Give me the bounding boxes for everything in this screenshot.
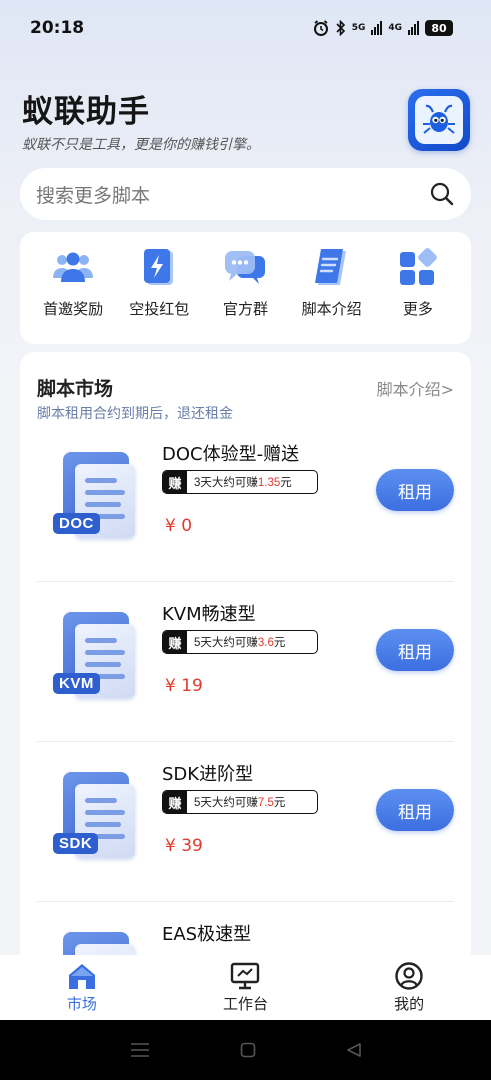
earn-tag: 赚 — [163, 471, 187, 493]
market-title: 脚本市场 — [37, 378, 114, 400]
nav-workbench[interactable]: 工作台 — [185, 961, 305, 1014]
alarm-icon — [313, 20, 328, 36]
nav-label-workbench: 工作台 — [222, 995, 268, 1013]
quick-menu: 首邀奖励 空投红包 官方群 脚本介绍 更多 — [20, 232, 471, 344]
back-icon[interactable] — [346, 1042, 362, 1058]
nav-profile[interactable]: 我的 — [349, 961, 469, 1014]
earn-amount: 7.5 — [257, 797, 274, 809]
grid-more-icon — [396, 246, 440, 290]
quick-item-invite[interactable]: 首邀奖励 — [31, 246, 115, 344]
document-icon — [310, 246, 354, 290]
network-label-1: 5G — [351, 23, 366, 33]
script-price: ¥ 19 — [165, 676, 203, 696]
quick-item-airdrop[interactable]: 空投红包 — [117, 246, 201, 344]
nav-market[interactable]: 市场 — [22, 961, 142, 1014]
invite-users-icon — [51, 246, 95, 290]
search-icon[interactable] — [429, 181, 455, 207]
earn-tag: 赚 — [163, 791, 187, 813]
home-icon — [67, 961, 97, 991]
earn-text: 3天大约可赚1.35元 — [194, 477, 292, 489]
search-bar[interactable]: 搜索更多脚本 — [20, 168, 471, 220]
quick-label-more: 更多 — [402, 300, 433, 318]
earn-text: 5天大约可赚7.5元 — [194, 797, 286, 809]
script-tag: DOC — [53, 513, 100, 534]
bluetooth-icon — [336, 20, 345, 36]
earn-badge: 赚 3天大约可赚1.35元 — [162, 470, 318, 494]
script-name: EAS极速型 — [162, 924, 252, 945]
script-name: SDK进阶型 — [162, 764, 254, 785]
script-doc-icon: SDK — [37, 762, 147, 877]
script-tag: SDK — [53, 833, 99, 854]
script-item[interactable]: DOC DOC体验型-赠送 赚 3天大约可赚1.35元 ¥ 0 租用 — [37, 422, 454, 582]
earn-text: 5天大约可赚3.6元 — [194, 637, 286, 649]
app-logo[interactable] — [408, 89, 470, 151]
script-item[interactable]: SDK SDK进阶型 赚 5天大约可赚7.5元 ¥ 39 租用 — [37, 742, 454, 902]
status-icons: 5G 4G 80 — [312, 19, 453, 37]
quick-label-invite: 首邀奖励 — [43, 300, 104, 318]
quick-item-more[interactable]: 更多 — [376, 246, 460, 344]
quick-item-group[interactable]: 官方群 — [203, 246, 287, 344]
quick-label-intro: 脚本介绍 — [301, 300, 362, 318]
script-price: ¥ 39 — [165, 836, 203, 856]
quick-label-airdrop: 空投红包 — [129, 300, 190, 318]
earn-amount: 1.35 — [257, 477, 281, 489]
script-item[interactable]: KVM KVM畅速型 赚 5天大约可赚3.6元 ¥ 19 租用 — [37, 582, 454, 742]
user-profile-icon — [394, 961, 424, 991]
network-label-2: 4G — [388, 23, 402, 33]
script-name: DOC体验型-赠送 — [162, 444, 300, 465]
market-subtitle: 脚本租用合约到期后，退还租金 — [37, 406, 233, 422]
earn-badge: 赚 5天大约可赚7.5元 — [162, 790, 318, 814]
status-time: 20:18 — [30, 18, 85, 38]
battery-icon: 80 — [425, 20, 453, 36]
system-nav-bar — [0, 1020, 491, 1080]
quick-item-intro[interactable]: 脚本介绍 — [290, 246, 374, 344]
bottom-nav: 市场 工作台 我的 — [0, 955, 491, 1020]
rent-button[interactable]: 租用 — [376, 789, 454, 831]
nav-label-market: 市场 — [66, 995, 97, 1013]
earn-tag: 赚 — [163, 631, 187, 653]
signal-icon-1 — [371, 21, 383, 35]
app-subtitle: 蚁联不只是工具，更是你的赚钱引擎。 — [22, 137, 260, 153]
chat-group-icon — [223, 246, 267, 290]
script-market: 脚本市场 脚本介绍> 脚本租用合约到期后，退还租金 DOC DOC体验型-赠送 … — [20, 352, 471, 992]
signal-icon-2 — [408, 21, 419, 35]
monitor-icon — [230, 961, 260, 991]
quick-label-group: 官方群 — [222, 300, 268, 318]
home-square-icon[interactable] — [240, 1042, 256, 1058]
script-tag: KVM — [53, 673, 100, 694]
script-intro-link[interactable]: 脚本介绍> — [377, 376, 454, 400]
nav-label-profile: 我的 — [394, 995, 425, 1013]
rent-button[interactable]: 租用 — [376, 469, 454, 511]
script-price: ¥ 0 — [165, 516, 193, 536]
script-doc-icon: DOC — [37, 442, 147, 557]
ant-logo-icon — [415, 96, 463, 144]
menu-icon[interactable] — [130, 1042, 150, 1058]
app-title: 蚁联助手 — [22, 94, 150, 130]
earn-badge: 赚 5天大约可赚3.6元 — [162, 630, 318, 654]
status-bar: 20:18 5G 4G 80 — [0, 0, 491, 58]
rent-button[interactable]: 租用 — [376, 629, 454, 671]
search-input[interactable]: 搜索更多脚本 — [36, 181, 429, 208]
earn-amount: 3.6 — [257, 637, 274, 649]
lightning-packet-icon — [137, 246, 181, 290]
script-doc-icon: KVM — [37, 602, 147, 717]
script-name: KVM畅速型 — [162, 604, 256, 625]
